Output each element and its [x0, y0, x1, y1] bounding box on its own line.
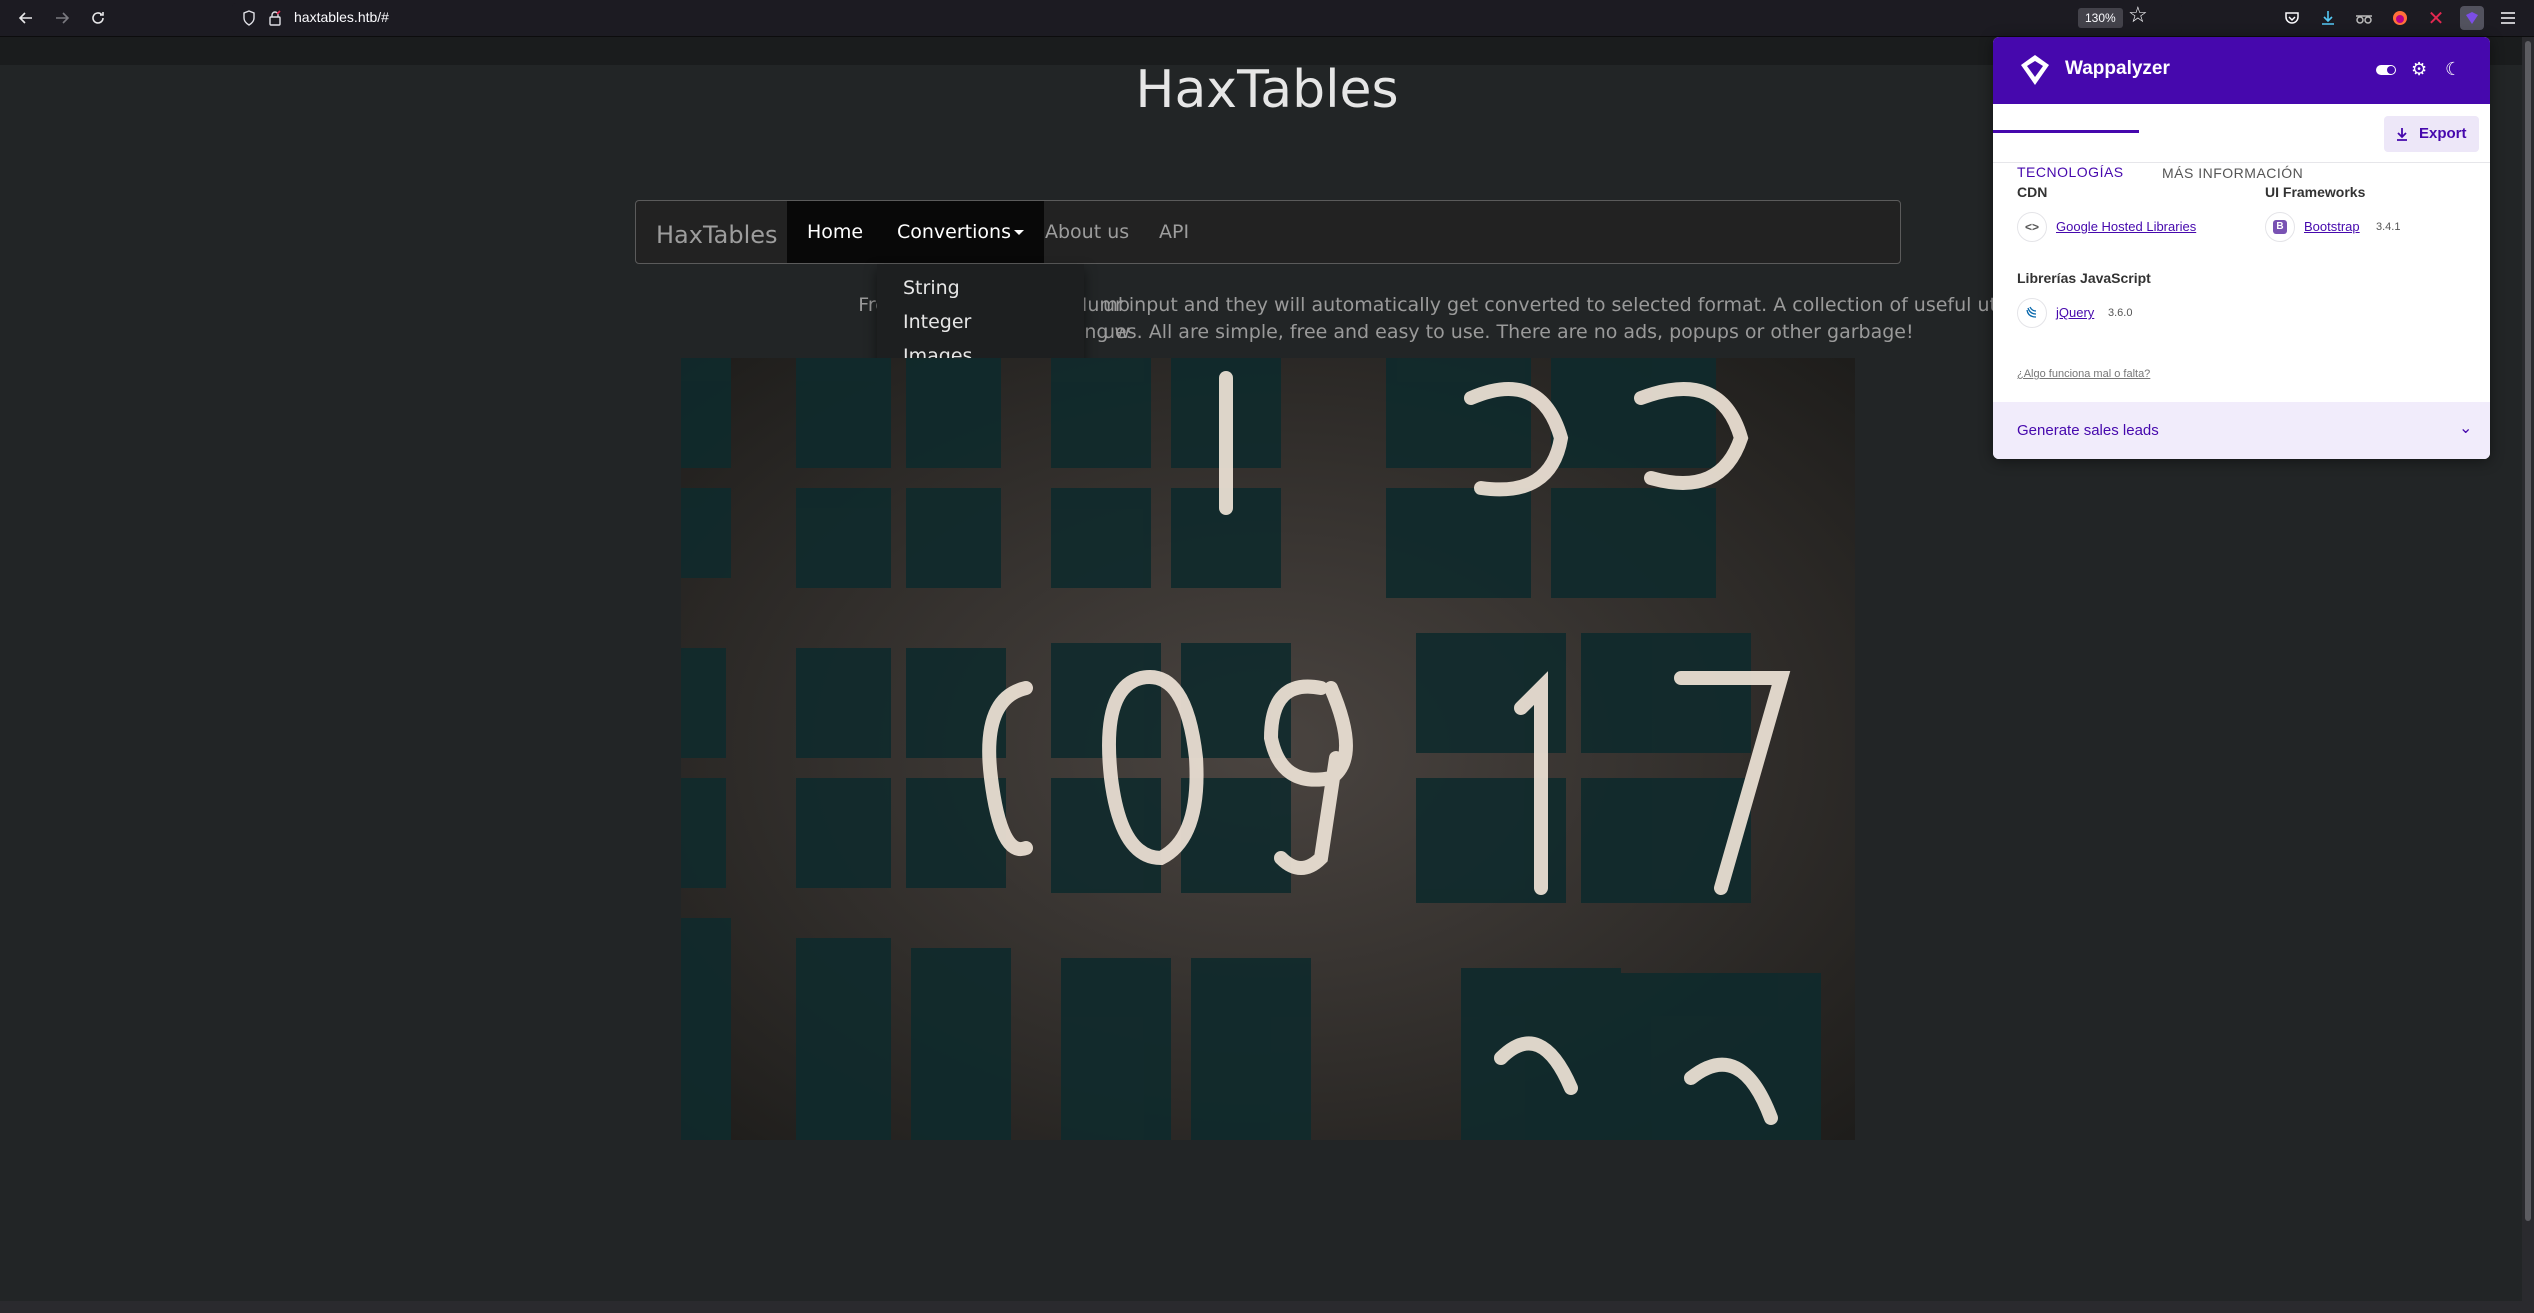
x-icon[interactable]: ✕	[2424, 6, 2448, 30]
firefox-icon[interactable]	[2388, 6, 2412, 30]
nav-convertions-label: Convertions	[897, 221, 1011, 243]
gear-icon[interactable]: ⚙	[2411, 59, 2427, 80]
tab-tecnologias[interactable]: TECNOLOGÍAS	[2017, 164, 2124, 180]
category-cdn: CDN	[2017, 184, 2048, 200]
scrollbar-thumb[interactable]	[2525, 41, 2531, 1221]
dropdown-item-string[interactable]: String	[903, 277, 960, 299]
back-button[interactable]	[12, 4, 40, 32]
dropdown-item-integer[interactable]: Integer	[903, 311, 971, 333]
jquery-icon	[2017, 298, 2047, 328]
shield-icon[interactable]	[240, 9, 258, 27]
browser-toolbar: haxtables.htb/# 130% ☆ ✕	[0, 0, 2534, 37]
jquery-version: 3.6.0	[2108, 307, 2133, 319]
navbar: HaxTables Home Convertions About us API	[635, 200, 1901, 264]
forward-button[interactable]	[48, 4, 76, 32]
wappalyzer-title: Wappalyzer	[2065, 58, 2170, 79]
nav-api[interactable]: API	[1139, 201, 1209, 263]
bootstrap-version: 3.4.1	[2376, 221, 2401, 233]
url-text[interactable]: haxtables.htb/#	[294, 9, 389, 25]
wappalyzer-logo-icon	[2021, 55, 2049, 85]
arrow-right-icon	[56, 12, 70, 24]
moon-icon[interactable]: ☾	[2445, 59, 2461, 80]
horizontal-scrollbar[interactable]	[0, 1301, 2534, 1313]
tab-mas-informacion[interactable]: MÁS INFORMACIÓN	[2162, 165, 2303, 181]
export-button[interactable]: Export	[2384, 116, 2479, 152]
hero-image	[681, 358, 1855, 1140]
chevron-down-icon: ⌄	[2459, 420, 2473, 437]
bootstrap-icon: B	[2265, 212, 2295, 242]
export-label: Export	[2419, 125, 2467, 142]
star-icon[interactable]: ☆	[2128, 2, 2148, 28]
arrow-left-icon	[18, 12, 32, 24]
reload-icon	[92, 12, 104, 24]
tech-bootstrap[interactable]: Bootstrap	[2304, 219, 2360, 234]
wappalyzer-header: Wappalyzer ⚙ ☾	[1993, 37, 2490, 104]
caret-down-icon	[1013, 230, 1024, 235]
nav-about-us[interactable]: About us	[1025, 201, 1149, 263]
pocket-icon[interactable]	[2280, 6, 2304, 30]
nav-convertions[interactable]: Convertions	[877, 201, 1044, 263]
toggle-icon[interactable]	[2376, 65, 2396, 75]
category-librerias-javascript: Librerías JavaScript	[2017, 270, 2151, 286]
menu-icon[interactable]	[2496, 6, 2520, 30]
incognito-icon[interactable]	[2352, 6, 2376, 30]
intro-text: Free online String and Numb ur input and…	[635, 292, 2047, 346]
wappalyzer-ext-icon[interactable]	[2460, 6, 2484, 30]
category-ui-frameworks: UI Frameworks	[2265, 184, 2366, 200]
vertical-scrollbar[interactable]	[2522, 37, 2534, 1301]
intro-line2-right: ues. All are simple, free and easy to us…	[1103, 321, 1914, 343]
tech-google-hosted-libraries[interactable]: Google Hosted Libraries	[2056, 219, 2196, 234]
tech-jquery[interactable]: jQuery	[2056, 305, 2094, 320]
intro-line1-right: ur input and they will automatically get…	[1103, 294, 2048, 316]
generate-sales-leads[interactable]: Generate sales leads ⌄	[1993, 402, 2490, 459]
numbers-photo	[681, 358, 1855, 1140]
reload-button[interactable]	[84, 4, 112, 32]
leads-label: Generate sales leads	[2017, 422, 2159, 439]
navbar-brand[interactable]: HaxTables	[656, 221, 778, 249]
download-icon[interactable]	[2316, 6, 2340, 30]
tabs-divider	[1993, 162, 2490, 163]
wappalyzer-popup: Wappalyzer ⚙ ☾ TECNOLOGÍAS MÁS INFORMACI…	[1993, 37, 2490, 459]
url-bar[interactable]: haxtables.htb/#	[232, 3, 2182, 33]
nav-home[interactable]: Home	[787, 201, 884, 263]
lock-icon[interactable]	[266, 9, 284, 27]
google-hosted-libraries-icon: <>	[2017, 212, 2047, 242]
active-tab-underline	[1993, 130, 2139, 133]
feedback-link[interactable]: ¿Algo funciona mal o falta?	[2017, 368, 2150, 380]
download-icon	[2397, 128, 2407, 141]
zoom-level-badge[interactable]: 130%	[2078, 8, 2123, 28]
